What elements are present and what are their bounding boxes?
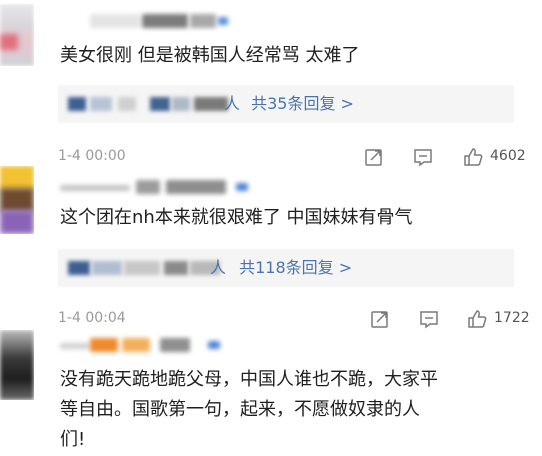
timestamp: 1-4 00:00 [58,148,126,164]
username[interactable] [60,338,230,352]
comment-text: 这个团在nh本来就很艰难了 中国妹妹有骨气 [60,207,413,228]
reply-count-link[interactable]: 人 共118条回复 > [210,257,352,279]
comment-2: 这个团在nh本来就很艰难了 中国妹妹有骨气 人 共118条回复 > [0,164,542,314]
avatar[interactable] [0,4,34,66]
comment-text-line-3: 们! [60,429,86,450]
like-icon[interactable] [466,308,488,330]
comment-3: 没有跪天跪地跪父母，中国人谁也不跪，大家平 等自由。国歌第一句，起来，不愿做奴隶… [0,330,542,456]
like-count: 1722 [494,310,530,326]
replier-names [68,261,228,275]
timestamp: 1-4 00:04 [58,310,126,326]
username[interactable] [60,180,260,194]
comment-1: 美女很刚 但是被韩国人经常骂 太难了 人 共35条回复 > [0,0,542,140]
share-icon[interactable] [369,308,391,330]
avatar[interactable] [0,330,34,400]
reply-summary-box[interactable]: 人 共118条回复 > [58,249,514,287]
comment-text-line-1: 没有跪天跪地跪父母，中国人谁也不跪，大家平 [60,369,438,390]
comment-2-actions: 1-4 00:04 1722 [58,308,538,330]
comment-text: 美女很刚 但是被韩国人经常骂 太难了 [60,45,360,66]
comment-text-line-2: 等自由。国歌第一句，起来，不愿做奴隶的人 [60,399,420,420]
avatar[interactable] [0,166,34,234]
replier-names [68,97,228,111]
comment-icon[interactable] [418,308,440,330]
reply-count-link[interactable]: 人 共35条回复 > [224,93,354,115]
like-count: 4602 [490,148,526,164]
username[interactable] [90,14,240,28]
reply-summary-box[interactable]: 人 共35条回复 > [58,85,514,123]
